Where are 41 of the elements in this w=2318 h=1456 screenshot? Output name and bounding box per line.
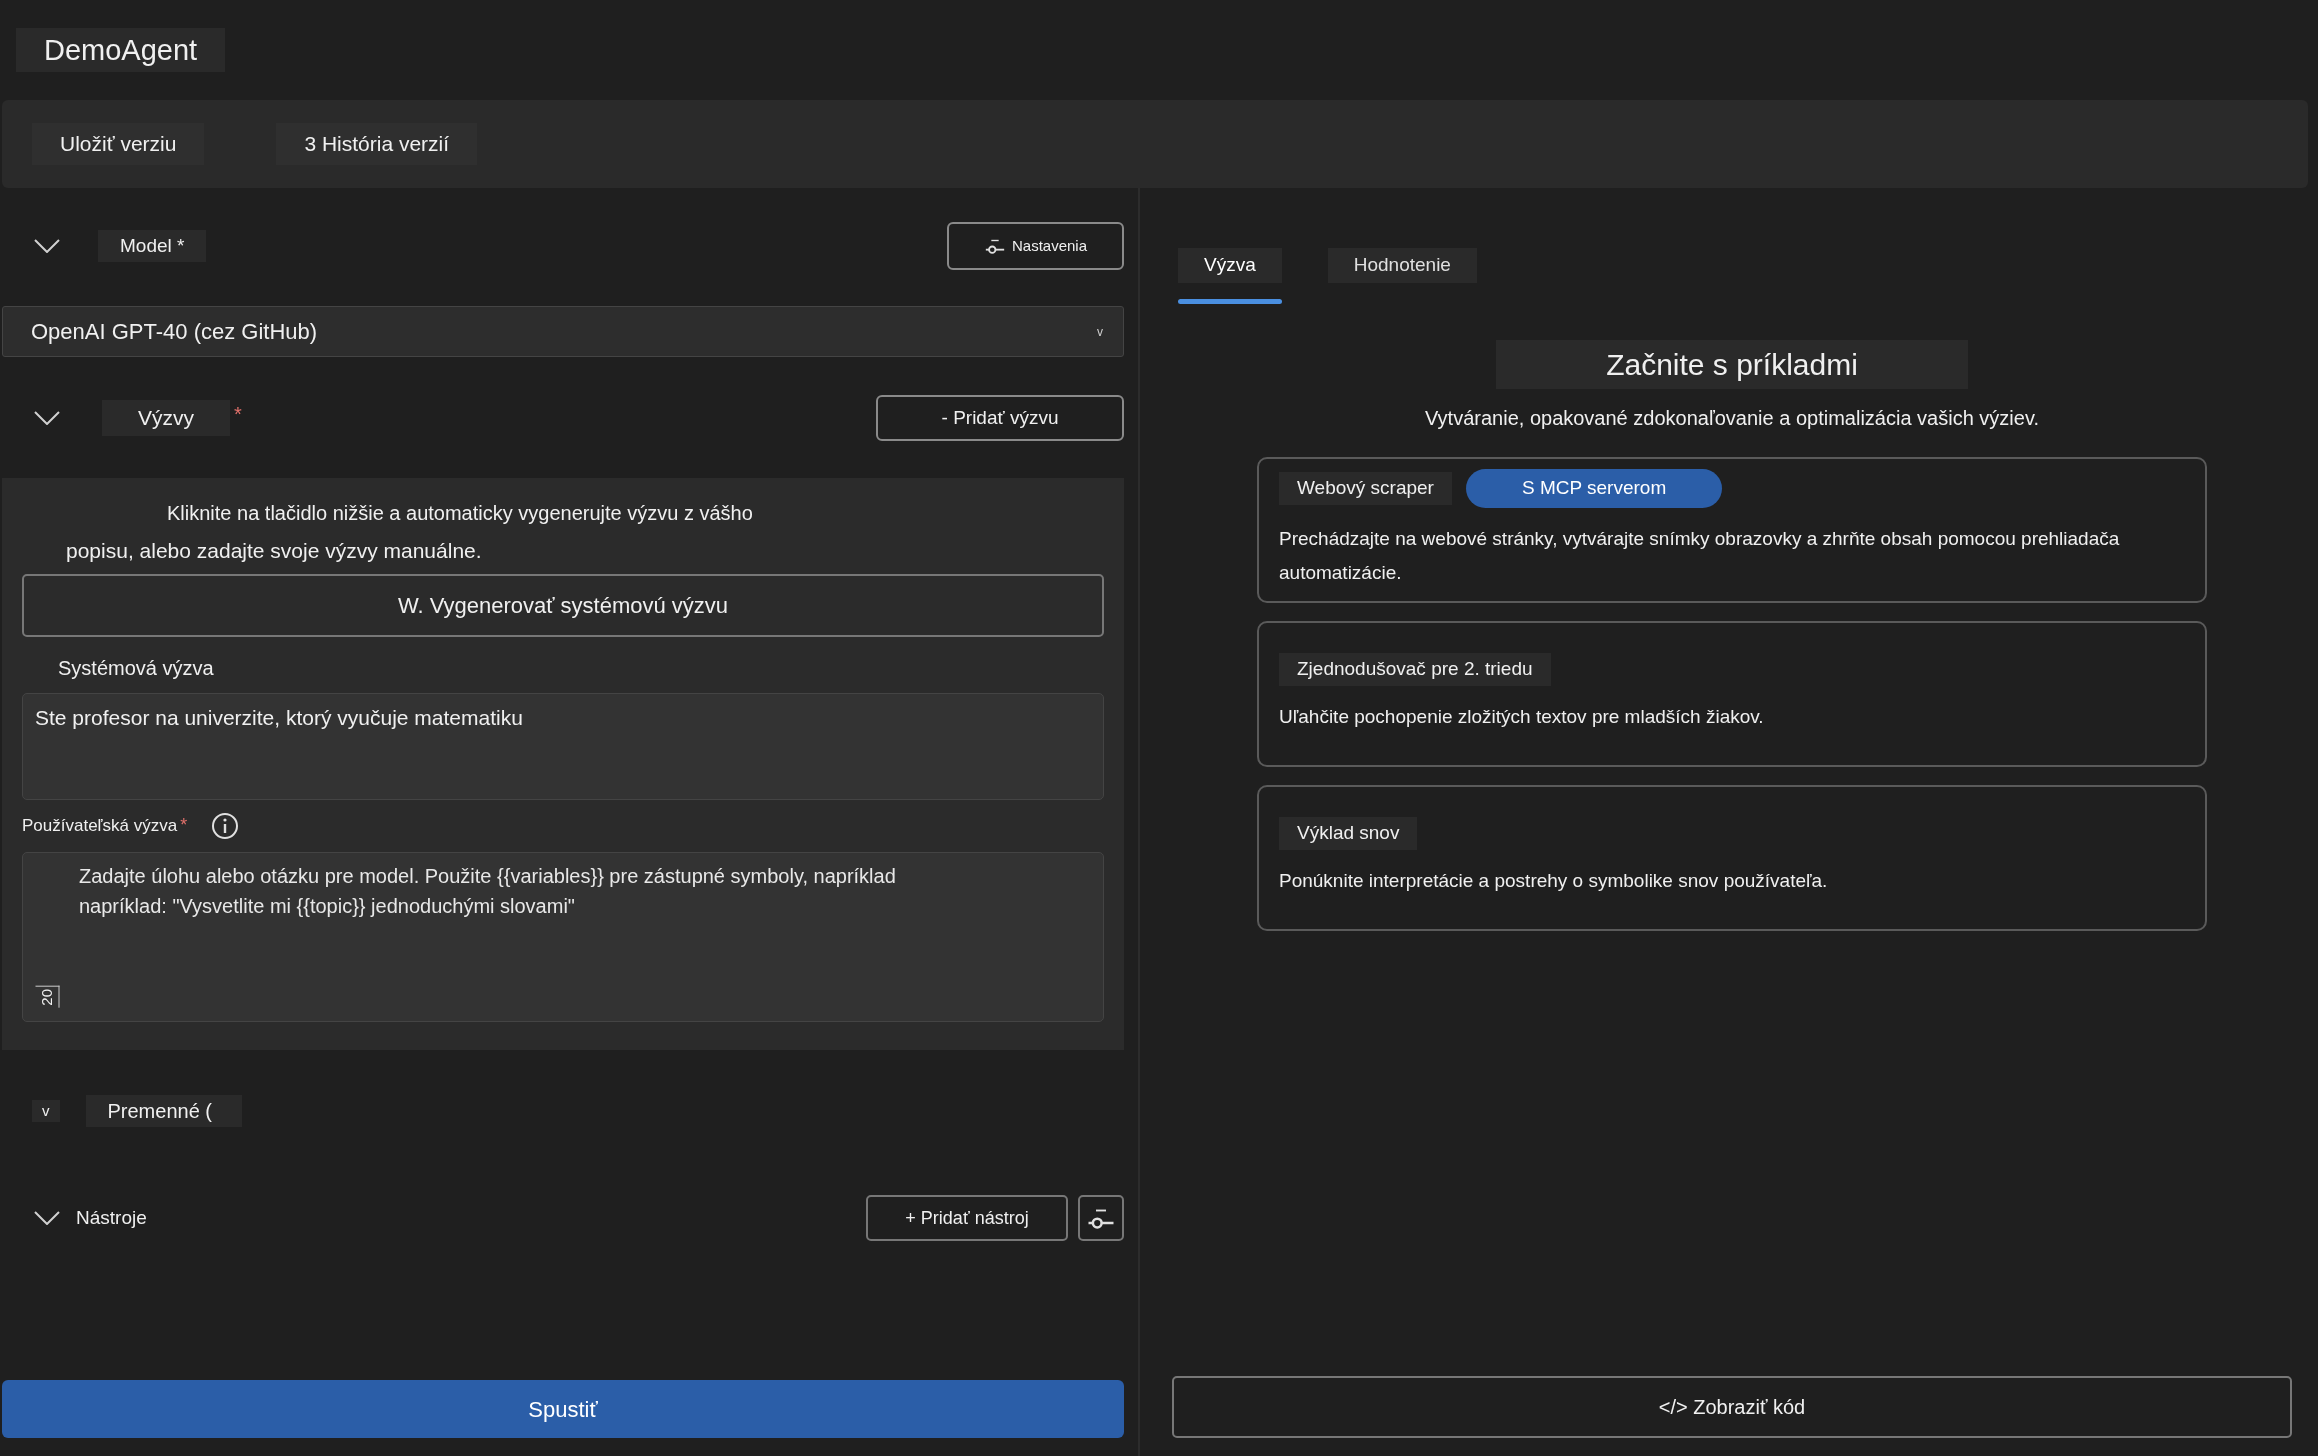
example-card[interactable]: Webový scraper S MCP serverom Prechádzajte na webové stránky, vytvárajte snímky obrazovky a zhrňte obsah pomocou prehliadača automatizácie.	[1257, 456, 2207, 603]
section-label: Nástroje	[76, 1205, 147, 1230]
settings-button[interactable]: Nastavenia	[947, 222, 1124, 270]
section-label: Premenné (	[85, 1095, 242, 1127]
tool-settings-button[interactable]	[1078, 1195, 1124, 1241]
section-label: Model *	[98, 229, 207, 263]
generate-button[interactable]: W. Vygenerovať systémovú výzvu	[22, 574, 1104, 637]
field-label: Systémová výzva	[57, 656, 215, 681]
add-prompt-button[interactable]: - Pridať výzvu	[876, 395, 1124, 441]
model-dropdown[interactable]: OpenAI GPT-40 (cez GitHub) v	[2, 306, 1124, 357]
chevron-down-icon[interactable]	[34, 239, 60, 253]
subtitle-text: Vytváranie, opakované zdokonaľovanie a optimalizácia vašich výziev.	[1425, 405, 2039, 431]
card-title: Zjednodušovač pre 2. triedu	[1279, 653, 1551, 686]
app-title: DemoAgent	[16, 28, 226, 72]
add-tool-button[interactable]: + Pridať nástroj	[866, 1195, 1068, 1241]
run-button[interactable]: Spustiť	[2, 1380, 1124, 1438]
field-label: Používateľská výzva	[22, 815, 178, 838]
toolbar-button[interactable]: 3 História verzií	[276, 123, 478, 165]
card-title: Výklad snov	[1279, 817, 1418, 850]
section-label: Výzvy	[102, 400, 230, 436]
system-prompt-field[interactable]: Ste profesor na univerzite, ktorý vyučuje matematiku	[22, 693, 1104, 800]
hint-text: popisu, alebo zadajte svoje výzvy manuálne.	[65, 538, 483, 564]
required-mark: *	[234, 402, 242, 427]
card-description: Prechádzajte na webové stránky, vytvárajte snímky obrazovky a zhrňte obsah pomocou prehliadača automatizácie.	[1279, 526, 2121, 585]
card-title: Webový scraper	[1279, 472, 1452, 505]
card-description: Uľahčite pochopenie zložitých textov pre mladších žiakov.	[1279, 704, 1765, 729]
character-counter: 20	[36, 986, 60, 1008]
required-mark: *	[180, 814, 188, 837]
example-card[interactable]: Zjednodušovač pre 2. triedu Uľahčite pochopenie zložitých textov pre mladších žiakov.	[1257, 620, 2207, 767]
section-heading: Začnite s príkladmi	[1496, 339, 1968, 389]
caret-icon: v	[1097, 322, 1103, 341]
toggle-button[interactable]: v	[32, 1099, 60, 1123]
example-card[interactable]: Výklad snov Ponúknite interpretácie a postrehy o symbolike snov používateľa.	[1257, 784, 2207, 931]
view-code-button[interactable]: </> Zobraziť kód	[1172, 1376, 2292, 1438]
chevron-down-icon[interactable]	[34, 1211, 60, 1225]
card-description: Ponúknite interpretácie a postrehy o symbolike snov používateľa.	[1279, 868, 1829, 893]
toolbar-button[interactable]: Uložiť verziu	[32, 123, 205, 165]
info-icon[interactable]	[211, 812, 240, 840]
hint-text: Kliknite na tlačidlo nižšie a automaticky vygenerujte výzvu z vášho	[166, 501, 754, 526]
chevron-down-icon[interactable]	[34, 411, 60, 425]
badge: S MCP serverom	[1465, 469, 1723, 508]
